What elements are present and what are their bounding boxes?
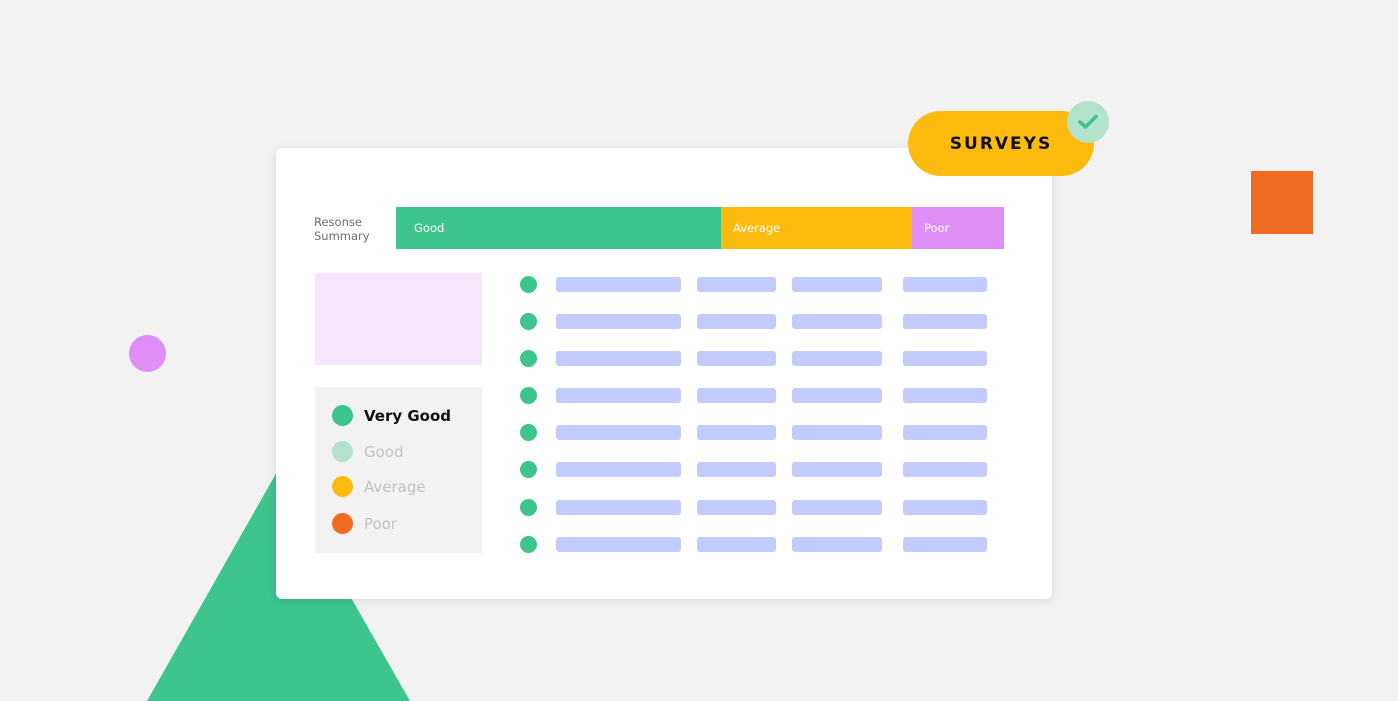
table-cell (792, 314, 882, 329)
status-dot-icon (520, 499, 537, 516)
table-cell (556, 388, 681, 403)
table-cell (556, 500, 681, 515)
table-cell (556, 351, 681, 366)
legend-label: Good (364, 442, 404, 461)
legend-dot-icon (332, 513, 353, 534)
legend-dot-icon (332, 405, 353, 426)
legend-item-very-good[interactable]: Very Good (332, 405, 451, 426)
response-summary-bar: Good Average Poor (396, 207, 1004, 249)
table-cell (556, 314, 681, 329)
table-cell (903, 500, 987, 515)
placeholder-panel (315, 273, 482, 365)
legend-dot-icon (332, 476, 353, 497)
table-cell (903, 388, 987, 403)
table-cell (697, 388, 776, 403)
summary-segment-poor-label: Poor (924, 221, 950, 235)
table-cell (903, 314, 987, 329)
legend-item-good[interactable]: Good (332, 441, 404, 462)
table-cell (792, 537, 882, 552)
table-cell (903, 277, 987, 292)
table-cell (556, 537, 681, 552)
table-cell (697, 425, 776, 440)
pink-circle-decoration (129, 335, 166, 372)
summary-segment-average[interactable]: Average (721, 207, 912, 249)
legend-label: Average (364, 477, 426, 496)
table-cell (697, 462, 776, 477)
table-cell (556, 462, 681, 477)
legend-label: Poor (364, 514, 398, 533)
status-dot-icon (520, 313, 537, 330)
table-cell (792, 351, 882, 366)
status-dot-icon (520, 350, 537, 367)
legend-item-poor[interactable]: Poor (332, 513, 397, 534)
table-cell (697, 351, 776, 366)
table-cell (792, 277, 882, 292)
status-dot-icon (520, 276, 537, 293)
check-icon (1067, 101, 1109, 143)
summary-segment-poor[interactable]: Poor (912, 207, 1004, 249)
response-summary-label: Resonse Summary (314, 215, 370, 243)
status-dot-icon (520, 461, 537, 478)
table-cell (903, 425, 987, 440)
table-cell (556, 277, 681, 292)
table-cell (697, 500, 776, 515)
summary-segment-good-label: Good (414, 221, 445, 235)
status-dot-icon (520, 536, 537, 553)
status-dot-icon (520, 424, 537, 441)
legend-dot-icon (332, 441, 353, 462)
table-cell (792, 388, 882, 403)
table-cell (556, 425, 681, 440)
rating-legend: Very Good Good Average Poor (315, 387, 482, 553)
legend-label: Very Good (364, 406, 452, 425)
table-cell (903, 462, 987, 477)
summary-segment-good[interactable]: Good (396, 207, 721, 249)
table-cell (697, 277, 776, 292)
surveys-badge-label: SURVEYS (949, 133, 1053, 154)
status-dot-icon (520, 387, 537, 404)
table-cell (792, 462, 882, 477)
table-cell (903, 351, 987, 366)
legend-item-average[interactable]: Average (332, 476, 426, 497)
orange-square-decoration (1251, 171, 1313, 234)
table-cell (697, 537, 776, 552)
table-cell (792, 425, 882, 440)
summary-segment-average-label: Average (733, 221, 781, 235)
table-cell (697, 314, 776, 329)
table-cell (792, 500, 882, 515)
table-cell (903, 537, 987, 552)
